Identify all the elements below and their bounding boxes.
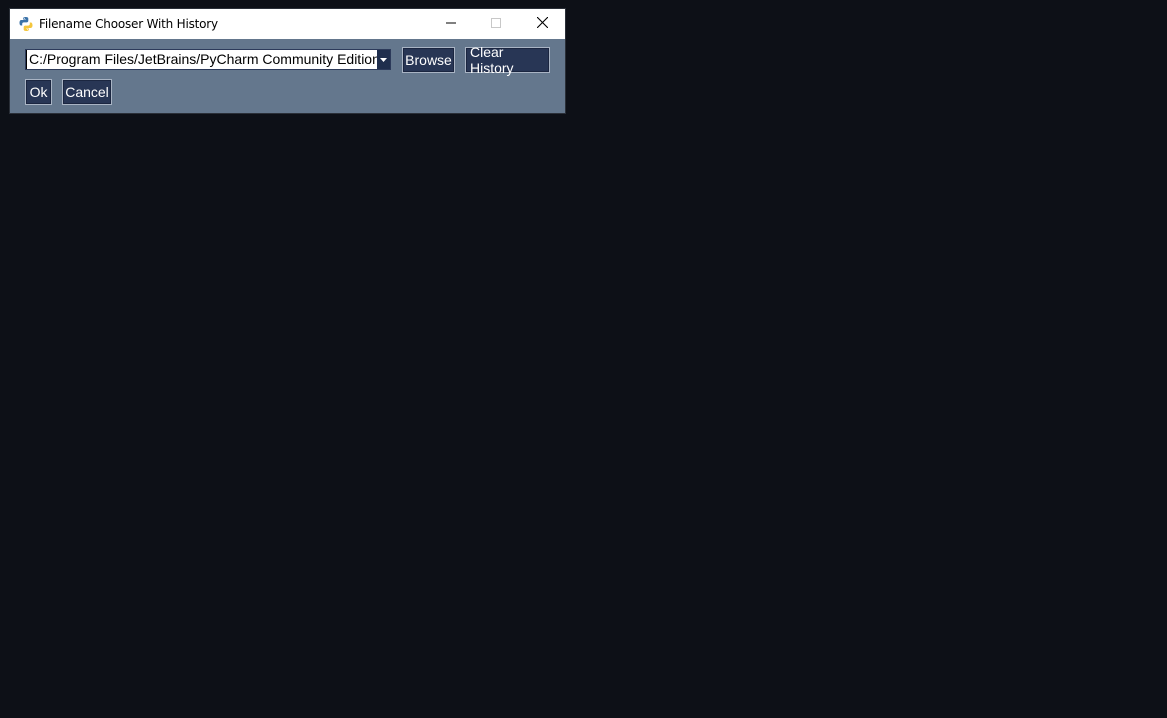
clear-history-button[interactable]: Clear History [465, 44, 550, 76]
browse-button[interactable]: Browse [402, 47, 455, 73]
close-icon [536, 15, 548, 33]
close-button[interactable] [519, 9, 565, 39]
path-combobox[interactable]: C:/Program Files/JetBrains/PyCharm Commu… [25, 49, 391, 70]
minimize-icon [446, 15, 456, 33]
dropdown-button[interactable] [377, 50, 390, 69]
ok-button[interactable]: Ok [25, 79, 52, 105]
minimize-button[interactable] [428, 9, 474, 39]
cancel-button[interactable]: Cancel [62, 79, 112, 105]
path-input[interactable]: C:/Program Files/JetBrains/PyCharm Commu… [26, 50, 377, 69]
maximize-icon [491, 15, 501, 33]
python-icon [18, 16, 34, 32]
dialog-body: C:/Program Files/JetBrains/PyCharm Commu… [10, 39, 565, 113]
title-bar[interactable]: Filename Chooser With History [10, 9, 565, 39]
window-title: Filename Chooser With History [39, 17, 218, 31]
chevron-down-icon [380, 49, 387, 67]
maximize-button[interactable] [473, 9, 519, 39]
filename-chooser-window: Filename Chooser With History C:/Program… [10, 9, 565, 113]
